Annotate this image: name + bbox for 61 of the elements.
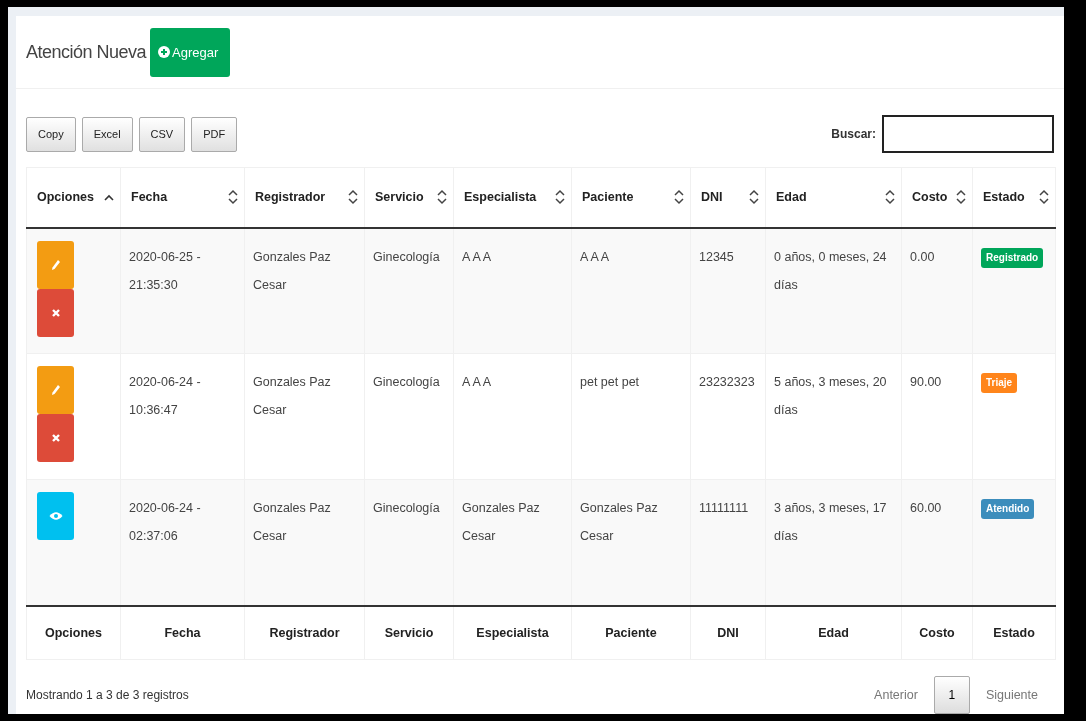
table-cell: 2020-06-25 - 21:35:30 (120, 227, 245, 354)
edit-button[interactable] (37, 240, 74, 289)
column-header[interactable]: Servicio (375, 190, 424, 205)
table-cell: 0 años, 0 meses, 24 días (765, 227, 902, 354)
table-cell: Ginecología (364, 353, 454, 480)
status-badge: Atendido (981, 499, 1035, 519)
eye-icon (48, 511, 63, 521)
table-cell: 90.00 (901, 353, 973, 480)
status-badge: Registrado (981, 247, 1044, 268)
page-title: Atención Nueva (26, 41, 147, 63)
export-button[interactable]: PDF (191, 116, 238, 152)
column-footer: Especialista (453, 605, 572, 660)
column-header[interactable]: Paciente (582, 190, 634, 205)
table-cell: Gonzales Paz Cesar (244, 227, 365, 354)
column-footer: Costo (901, 605, 973, 660)
column-footer: Fecha (120, 605, 245, 660)
column-header[interactable]: Registrador (255, 190, 326, 205)
delete-button[interactable] (37, 288, 74, 337)
column-header[interactable]: Costo (912, 190, 948, 205)
table-cell: A A A (453, 353, 572, 480)
plus-circle-icon (158, 46, 171, 58)
column-footer: Registrador (244, 605, 365, 660)
table-cell: 5 años, 3 meses, 20 días (765, 353, 902, 480)
table-cell: 23232323 (690, 353, 766, 480)
pencil-icon (50, 258, 61, 271)
table-cell: 0.00 (901, 227, 973, 354)
view-button[interactable] (37, 492, 74, 540)
page-button[interactable]: 1 (933, 676, 970, 714)
column-footer: Edad (765, 605, 902, 660)
table-cell: pet pet pet (571, 353, 691, 480)
column-footer: DNI (690, 605, 766, 660)
column-footer: Servicio (364, 605, 454, 660)
column-footer: Paciente (571, 605, 691, 660)
table-cell: 12345 (690, 227, 766, 354)
edit-button[interactable] (37, 366, 74, 414)
column-header[interactable]: Fecha (131, 190, 168, 205)
table-cell: A A A (453, 227, 572, 354)
table-cell: Ginecología (364, 227, 454, 354)
column-header[interactable]: DNI (701, 190, 723, 205)
export-button[interactable]: CSV (138, 116, 186, 152)
previous-link[interactable]: Anterior (858, 688, 934, 702)
table-cell: Gonzales Paz Cesar (244, 353, 365, 480)
column-header[interactable]: Especialista (464, 190, 537, 205)
column-header[interactable]: Opciones (37, 190, 94, 205)
delete-button[interactable] (37, 414, 74, 462)
pencil-icon (50, 384, 61, 396)
search-label: Buscar: (831, 127, 876, 141)
table-cell: 2020-06-24 - 10:36:47 (120, 353, 245, 480)
close-icon (50, 433, 61, 443)
status-badge: Triaje (981, 373, 1018, 393)
column-header[interactable]: Edad (776, 190, 807, 205)
table-cell: A A A (571, 227, 691, 354)
column-footer: Estado (972, 605, 1056, 660)
search-field[interactable] (882, 115, 1054, 153)
next-link[interactable]: Siguiente (969, 688, 1054, 702)
export-button[interactable]: Excel (81, 116, 133, 152)
export-button[interactable]: Copy (26, 116, 76, 152)
column-footer: Opciones (26, 605, 121, 660)
close-icon (50, 307, 61, 318)
column-header[interactable]: Estado (983, 190, 1025, 205)
table-info: Mostrando 1 a 3 de 3 registros (26, 688, 189, 702)
